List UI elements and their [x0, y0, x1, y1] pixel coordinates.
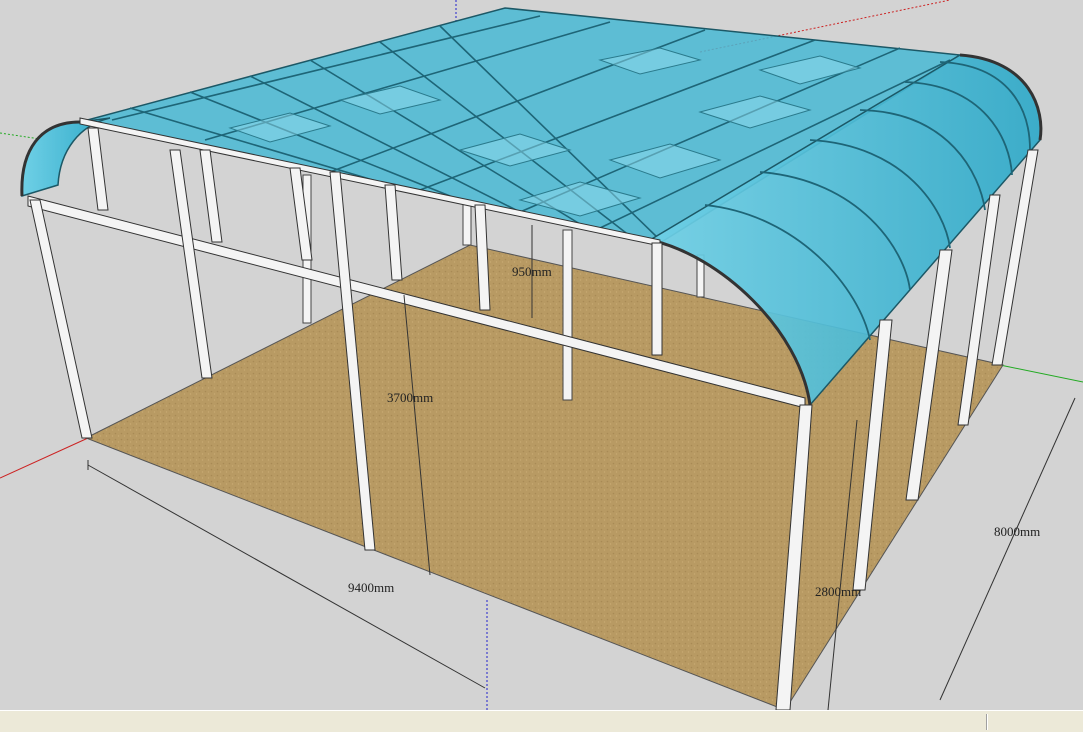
arch-height-dimension-label: 950mm	[512, 264, 552, 279]
post-height-dimension-label: 2800mm	[815, 584, 861, 599]
length-dimension-label: 9400mm	[348, 580, 394, 595]
status-divider	[986, 714, 987, 730]
status-bar	[0, 710, 1083, 732]
red-axis	[0, 437, 89, 479]
width-dimension-label: 8000mm	[994, 524, 1040, 539]
model-viewport[interactable]: 9400mm 8000mm 3700mm 2800mm 950mm	[0, 0, 1083, 710]
green-axis	[999, 364, 1083, 383]
pergola-model: 9400mm 8000mm 3700mm 2800mm 950mm	[0, 0, 1083, 710]
total-height-dimension-label: 3700mm	[387, 390, 433, 405]
